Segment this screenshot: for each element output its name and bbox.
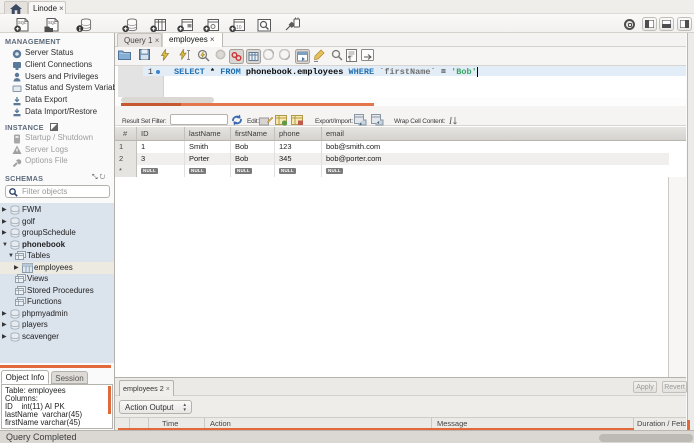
svg-text:¶: ¶ [348, 57, 351, 63]
svg-text:I: I [449, 116, 453, 126]
svg-text:10: 10 [236, 25, 242, 31]
svg-text:SQL: SQL [48, 20, 57, 25]
svg-text:SQL: SQL [18, 20, 27, 25]
